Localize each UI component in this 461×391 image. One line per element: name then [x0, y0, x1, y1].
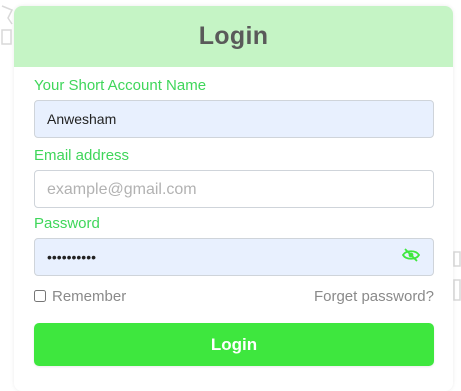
email-field[interactable] — [34, 170, 434, 208]
account-name-input[interactable] — [34, 100, 434, 138]
password-field[interactable] — [34, 238, 434, 276]
remember-checkbox[interactable] — [34, 290, 46, 302]
account-name-label: Your Short Account Name — [34, 77, 207, 94]
eye-slash-icon[interactable] — [402, 248, 420, 262]
password-label: Password — [34, 215, 100, 232]
login-form: Your Short Account Name Email address Pa… — [14, 76, 453, 366]
login-header: Login — [14, 6, 453, 67]
background-doodle-left — [1, 5, 14, 45]
remember-row: Remember Forget password? — [34, 285, 434, 307]
login-button[interactable]: Login — [34, 323, 434, 366]
login-card: Login Your Short Account Name Email addr… — [14, 6, 453, 391]
background-doodle-right — [453, 251, 461, 301]
forgot-password-link[interactable]: Forget password? — [314, 288, 434, 305]
page-title: Login — [198, 22, 269, 50]
remember-group: Remember — [34, 288, 126, 305]
remember-label: Remember — [52, 287, 127, 305]
email-label: Email address — [34, 147, 130, 164]
password-wrapper — [34, 238, 434, 276]
